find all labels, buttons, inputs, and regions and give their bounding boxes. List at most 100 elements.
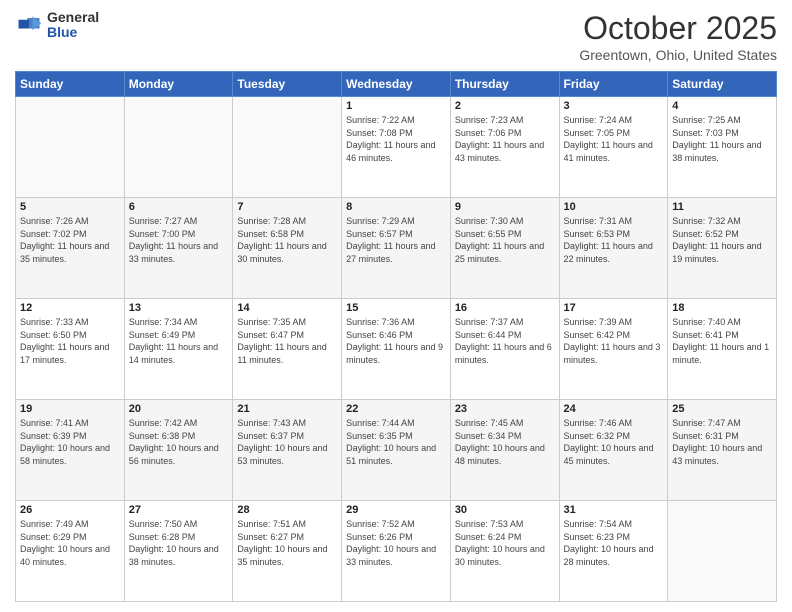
day-info: Sunrise: 7:27 AM Sunset: 7:00 PM Dayligh… <box>129 215 229 265</box>
logo-icon <box>15 11 43 39</box>
day-number: 18 <box>672 302 772 314</box>
month-title: October 2025 <box>579 10 777 47</box>
day-info: Sunrise: 7:37 AM Sunset: 6:44 PM Dayligh… <box>455 316 555 366</box>
day-info: Sunrise: 7:30 AM Sunset: 6:55 PM Dayligh… <box>455 215 555 265</box>
calendar-cell: 22Sunrise: 7:44 AM Sunset: 6:35 PM Dayli… <box>342 400 451 501</box>
calendar-cell: 30 Sunrise: 7:53 AM Sunset: 6:24 PM Dayli… <box>450 501 559 602</box>
calendar-cell: 29 Sunrise: 7:52 AM Sunset: 6:26 PM Dayli… <box>342 501 451 602</box>
calendar-cell: 24Sunrise: 7:46 AM Sunset: 6:32 PM Dayli… <box>559 400 668 501</box>
calendar-cell: 3 Sunrise: 7:24 AM Sunset: 7:05 PM Daylig… <box>559 97 668 198</box>
day-header-friday: Friday <box>559 72 668 97</box>
day-info: Sunrise: 7:31 AM Sunset: 6:53 PM Dayligh… <box>564 215 664 265</box>
day-info: Sunrise: 7:24 AM Sunset: 7:05 PM Dayligh… <box>564 114 664 164</box>
header: General Blue October 2025 Greentown, Ohi… <box>15 10 777 63</box>
day-number: 12 <box>20 302 120 314</box>
day-number: 28 <box>237 504 337 516</box>
calendar-cell: 20 Sunrise: 7:42 AM Sunset: 6:38 PM Dayli… <box>124 400 233 501</box>
calendar-cell: 15Sunrise: 7:36 AM Sunset: 6:46 PM Dayli… <box>342 299 451 400</box>
calendar-cell: 26Sunrise: 7:49 AM Sunset: 6:29 PM Dayli… <box>16 501 125 602</box>
calendar-cell: 23Sunrise: 7:45 AM Sunset: 6:34 PM Dayli… <box>450 400 559 501</box>
day-info: Sunrise: 7:47 AM Sunset: 6:31 PM Dayligh… <box>672 417 772 467</box>
title-block: October 2025 Greentown, Ohio, United Sta… <box>579 10 777 63</box>
day-info: Sunrise: 7:25 AM Sunset: 7:03 PM Dayligh… <box>672 114 772 164</box>
logo-blue-text: Blue <box>47 25 99 40</box>
calendar-week-3: 19Sunrise: 7:41 AM Sunset: 6:39 PM Dayli… <box>16 400 777 501</box>
day-number: 5 <box>20 201 120 213</box>
day-number: 30 <box>455 504 555 516</box>
calendar-cell: 10Sunrise: 7:31 AM Sunset: 6:53 PM Dayli… <box>559 198 668 299</box>
calendar-cell: 9Sunrise: 7:30 AM Sunset: 6:55 PM Daylig… <box>450 198 559 299</box>
calendar-cell: 17 Sunrise: 7:39 AM Sunset: 6:42 PM Dayli… <box>559 299 668 400</box>
day-number: 3 <box>564 100 664 112</box>
day-info: Sunrise: 7:43 AM Sunset: 6:37 PM Dayligh… <box>237 417 337 467</box>
day-header-saturday: Saturday <box>668 72 777 97</box>
day-number: 17 <box>564 302 664 314</box>
day-info: Sunrise: 7:41 AM Sunset: 6:39 PM Dayligh… <box>20 417 120 467</box>
day-info: Sunrise: 7:53 AM Sunset: 6:24 PM Dayligh… <box>455 518 555 568</box>
calendar-cell: 21 Sunrise: 7:43 AM Sunset: 6:37 PM Dayli… <box>233 400 342 501</box>
day-number: 16 <box>455 302 555 314</box>
calendar-cell: 7 Sunrise: 7:28 AM Sunset: 6:58 PM Daylig… <box>233 198 342 299</box>
day-info: Sunrise: 7:22 AM Sunset: 7:08 PM Dayligh… <box>346 114 446 164</box>
calendar-cell: 1 Sunrise: 7:22 AM Sunset: 7:08 PM Daylig… <box>342 97 451 198</box>
day-number: 11 <box>672 201 772 213</box>
day-info: Sunrise: 7:44 AM Sunset: 6:35 PM Dayligh… <box>346 417 446 467</box>
calendar-cell: 28Sunrise: 7:51 AM Sunset: 6:27 PM Dayli… <box>233 501 342 602</box>
day-info: Sunrise: 7:45 AM Sunset: 6:34 PM Dayligh… <box>455 417 555 467</box>
calendar-cell: 16 Sunrise: 7:37 AM Sunset: 6:44 PM Dayli… <box>450 299 559 400</box>
day-number: 21 <box>237 403 337 415</box>
day-info: Sunrise: 7:54 AM Sunset: 6:23 PM Dayligh… <box>564 518 664 568</box>
day-header-thursday: Thursday <box>450 72 559 97</box>
calendar-cell: 12 Sunrise: 7:33 AM Sunset: 6:50 PM Dayli… <box>16 299 125 400</box>
calendar-cell: 18 Sunrise: 7:40 AM Sunset: 6:41 PM Dayli… <box>668 299 777 400</box>
calendar-cell: 14 Sunrise: 7:35 AM Sunset: 6:47 PM Dayli… <box>233 299 342 400</box>
day-info: Sunrise: 7:40 AM Sunset: 6:41 PM Dayligh… <box>672 316 772 366</box>
calendar-cell <box>124 97 233 198</box>
day-info: Sunrise: 7:33 AM Sunset: 6:50 PM Dayligh… <box>20 316 120 366</box>
calendar-cell: 31 Sunrise: 7:54 AM Sunset: 6:23 PM Dayli… <box>559 501 668 602</box>
day-number: 31 <box>564 504 664 516</box>
calendar-week-1: 5 Sunrise: 7:26 AM Sunset: 7:02 PM Daylig… <box>16 198 777 299</box>
calendar-cell <box>668 501 777 602</box>
logo-text: General Blue <box>47 10 99 41</box>
day-number: 27 <box>129 504 229 516</box>
location-text: Greentown, Ohio, United States <box>579 47 777 63</box>
day-number: 7 <box>237 201 337 213</box>
logo: General Blue <box>15 10 99 41</box>
day-info: Sunrise: 7:32 AM Sunset: 6:52 PM Dayligh… <box>672 215 772 265</box>
day-number: 2 <box>455 100 555 112</box>
day-number: 1 <box>346 100 446 112</box>
day-info: Sunrise: 7:39 AM Sunset: 6:42 PM Dayligh… <box>564 316 664 366</box>
calendar-cell: 4Sunrise: 7:25 AM Sunset: 7:03 PM Daylig… <box>668 97 777 198</box>
calendar-cell: 13Sunrise: 7:34 AM Sunset: 6:49 PM Dayli… <box>124 299 233 400</box>
day-number: 8 <box>346 201 446 213</box>
logo-general-text: General <box>47 10 99 25</box>
day-info: Sunrise: 7:42 AM Sunset: 6:38 PM Dayligh… <box>129 417 229 467</box>
day-number: 24 <box>564 403 664 415</box>
calendar-week-2: 12 Sunrise: 7:33 AM Sunset: 6:50 PM Dayli… <box>16 299 777 400</box>
day-info: Sunrise: 7:29 AM Sunset: 6:57 PM Dayligh… <box>346 215 446 265</box>
calendar-cell: 6Sunrise: 7:27 AM Sunset: 7:00 PM Daylig… <box>124 198 233 299</box>
day-info: Sunrise: 7:26 AM Sunset: 7:02 PM Dayligh… <box>20 215 120 265</box>
day-info: Sunrise: 7:52 AM Sunset: 6:26 PM Dayligh… <box>346 518 446 568</box>
day-number: 13 <box>129 302 229 314</box>
calendar-cell: 11 Sunrise: 7:32 AM Sunset: 6:52 PM Dayli… <box>668 198 777 299</box>
day-number: 14 <box>237 302 337 314</box>
calendar-cell: 27Sunrise: 7:50 AM Sunset: 6:28 PM Dayli… <box>124 501 233 602</box>
calendar-cell <box>233 97 342 198</box>
day-header-wednesday: Wednesday <box>342 72 451 97</box>
day-info: Sunrise: 7:35 AM Sunset: 6:47 PM Dayligh… <box>237 316 337 366</box>
day-info: Sunrise: 7:28 AM Sunset: 6:58 PM Dayligh… <box>237 215 337 265</box>
calendar-table: SundayMondayTuesdayWednesdayThursdayFrid… <box>15 71 777 602</box>
calendar-week-0: 1 Sunrise: 7:22 AM Sunset: 7:08 PM Daylig… <box>16 97 777 198</box>
calendar-cell: 8 Sunrise: 7:29 AM Sunset: 6:57 PM Daylig… <box>342 198 451 299</box>
calendar-cell: 25Sunrise: 7:47 AM Sunset: 6:31 PM Dayli… <box>668 400 777 501</box>
calendar-cell: 2 Sunrise: 7:23 AM Sunset: 7:06 PM Daylig… <box>450 97 559 198</box>
day-info: Sunrise: 7:36 AM Sunset: 6:46 PM Dayligh… <box>346 316 446 366</box>
day-number: 20 <box>129 403 229 415</box>
page: General Blue October 2025 Greentown, Ohi… <box>0 0 792 612</box>
calendar-cell: 19Sunrise: 7:41 AM Sunset: 6:39 PM Dayli… <box>16 400 125 501</box>
day-info: Sunrise: 7:23 AM Sunset: 7:06 PM Dayligh… <box>455 114 555 164</box>
day-number: 29 <box>346 504 446 516</box>
calendar-cell <box>16 97 125 198</box>
